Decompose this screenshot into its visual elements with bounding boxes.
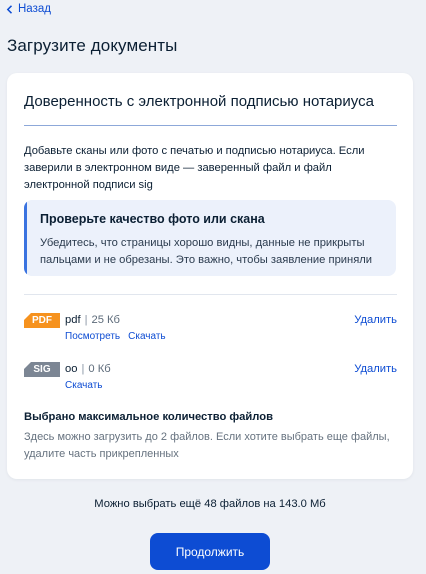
upload-card: Доверенность с электронной подписью нота…: [7, 73, 413, 479]
card-description: Добавьте сканы или фото с печатью и подп…: [24, 145, 365, 191]
back-label: Назад: [18, 3, 51, 15]
sig-file-icon: SIG: [24, 362, 60, 377]
file-name: pdf: [65, 314, 81, 326]
quality-notice: Проверьте качество фото или скана Убедит…: [24, 200, 396, 276]
limit-text: Здесь можно загрузить до 2 файлов. Если …: [24, 431, 390, 460]
download-file-link[interactable]: Скачать: [128, 331, 166, 342]
file-size: 0 Кб: [88, 363, 111, 375]
pdf-file-icon: PDF: [24, 313, 60, 328]
card-title: Доверенность с электронной подписью нота…: [24, 93, 374, 110]
notice-accent-bar: [24, 200, 27, 276]
back-link[interactable]: Назад: [6, 3, 51, 15]
file-name: oo: [65, 363, 78, 375]
notice-text: Убедитесь, что страницы хорошо видны, да…: [40, 237, 373, 266]
continue-button[interactable]: Продолжить: [150, 533, 270, 570]
divider: [24, 294, 397, 295]
divider: [24, 125, 397, 126]
chevron-left-icon: [6, 4, 13, 14]
notice-title: Проверьте качество фото или скана: [40, 212, 265, 226]
file-size: 25 Кб: [91, 314, 120, 326]
delete-file-button[interactable]: Удалить: [354, 314, 397, 326]
page-title: Загрузите документы: [7, 36, 178, 55]
limit-title: Выбрано максимальное количество файлов: [24, 411, 273, 423]
view-file-link[interactable]: Посмотреть: [65, 331, 120, 342]
file-info: pdf | 25 Кб: [65, 314, 120, 326]
delete-file-button[interactable]: Удалить: [354, 363, 397, 375]
remaining-quota-text: Можно выбрать ещё 48 файлов на 143.0 Мб: [94, 498, 326, 510]
file-info: oo | 0 Кб: [65, 363, 111, 375]
file-actions: Посмотреть Скачать: [65, 331, 174, 342]
file-actions: Скачать: [65, 380, 111, 391]
download-file-link[interactable]: Скачать: [65, 380, 103, 391]
